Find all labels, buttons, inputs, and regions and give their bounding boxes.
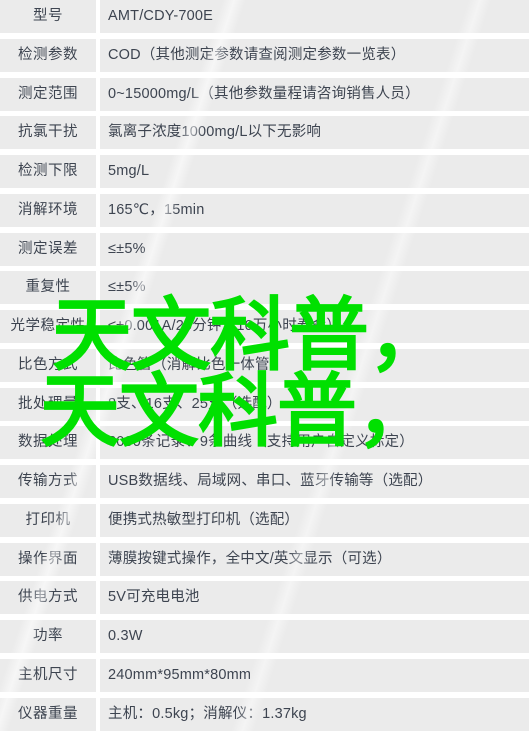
table-row: 主机尺寸 240mm*95mm*80mm (0, 658, 529, 692)
table-row: 重复性 ≤±5% (0, 271, 529, 305)
table-row: 操作界面 薄膜按键式操作，全中文/英文显示（可选） (0, 542, 529, 576)
spec-label: 供电方式 (0, 581, 96, 615)
spec-value: 0~15000mg/L（其他参数量程请咨询销售人员） (100, 77, 529, 111)
table-row: 供电方式 5V可充电电池 (0, 581, 529, 615)
spec-value: 3000条记录、9条曲线（支持用户自定义标定） (100, 426, 529, 460)
table-row: 消解环境 165℃，15min (0, 193, 529, 227)
spec-label: 抗氯干扰 (0, 116, 96, 150)
spec-value: AMT/CDY-700E (100, 0, 529, 33)
spec-label: 仪器重量 (0, 697, 96, 731)
spec-value: 便携式热敏型打印机（选配） (100, 503, 529, 537)
spec-value: 氯离子浓度1000mg/L以下无影响 (100, 116, 529, 150)
table-row: 测定范围 0~15000mg/L（其他参数量程请咨询销售人员） (0, 77, 529, 111)
spec-label: 消解环境 (0, 193, 96, 227)
spec-rows-container: 型号 AMT/CDY-700E 检测参数 COD（其他测定参数请查阅测定参数一览表）测… (0, 0, 529, 736)
spec-label: 检测下限 (0, 155, 96, 188)
spec-value: ≤±0.001A/20分钟（10万小时寿命） (100, 310, 529, 343)
table-row: 仪器重量 主机：0.5kg；消解仪：1.37kg (0, 697, 529, 731)
spec-label: 数据处理 (0, 426, 96, 460)
spec-value: 主机：0.5kg；消解仪：1.37kg (100, 697, 529, 731)
table-row: 数据处理 3000条记录、9条曲线（支持用户自定义标定） (0, 426, 529, 460)
table-row: 打印机 便携式热敏型打印机（选配） (0, 503, 529, 537)
spec-value: 5V可充电电池 (100, 581, 529, 615)
spec-value: ≤±5% (100, 271, 529, 305)
spec-label: 操作界面 (0, 542, 96, 576)
spec-value: COD（其他测定参数请查阅测定参数一览表） (100, 38, 529, 72)
table-row: 检测下限 5mg/L (0, 155, 529, 188)
table-row: 型号 AMT/CDY-700E (0, 0, 529, 33)
spec-label: 重复性 (0, 271, 96, 305)
spec-value: 薄膜按键式操作，全中文/英文显示（可选） (100, 542, 529, 576)
specification-table: 型号 AMT/CDY-700E 检测参数 COD（其他测定参数请查阅测定参数一览表）测… (0, 0, 529, 736)
table-row: 抗氯干扰 氯离子浓度1000mg/L以下无影响 (0, 116, 529, 150)
spec-label: 测定误差 (0, 232, 96, 266)
spec-label: 主机尺寸 (0, 658, 96, 692)
table-row: 批处理量 8支、16支、25支（选配） (0, 387, 529, 421)
spec-value: 5mg/L (100, 155, 529, 188)
spec-label: 打印机 (0, 503, 96, 537)
spec-label: 比色方式 (0, 348, 96, 382)
spec-value: ≤±5% (100, 232, 529, 266)
spec-value: USB数据线、局域网、串口、蓝牙传输等（选配） (100, 465, 529, 498)
table-row: 光学稳定性 ≤±0.001A/20分钟（10万小时寿命） (0, 310, 529, 343)
spec-value: 165℃，15min (100, 193, 529, 227)
spec-label: 批处理量 (0, 387, 96, 421)
table-row: 功率 0.3W (0, 620, 529, 653)
spec-value: 比色管（消解比色一体管） (100, 348, 529, 382)
spec-value: 240mm*95mm*80mm (100, 658, 529, 692)
spec-label: 型号 (0, 0, 96, 33)
spec-value: 0.3W (100, 620, 529, 653)
table-row: 比色方式 比色管（消解比色一体管） (0, 348, 529, 382)
spec-label: 功率 (0, 620, 96, 653)
spec-label: 光学稳定性 (0, 310, 96, 343)
table-row: 传输方式 USB数据线、局域网、串口、蓝牙传输等（选配） (0, 465, 529, 498)
table-row: 测定误差 ≤±5% (0, 232, 529, 266)
spec-label: 传输方式 (0, 465, 96, 498)
spec-label: 测定范围 (0, 77, 96, 111)
table-row: 检测参数 COD（其他测定参数请查阅测定参数一览表） (0, 38, 529, 72)
spec-label: 检测参数 (0, 38, 96, 72)
spec-value: 8支、16支、25支（选配） (100, 387, 529, 421)
